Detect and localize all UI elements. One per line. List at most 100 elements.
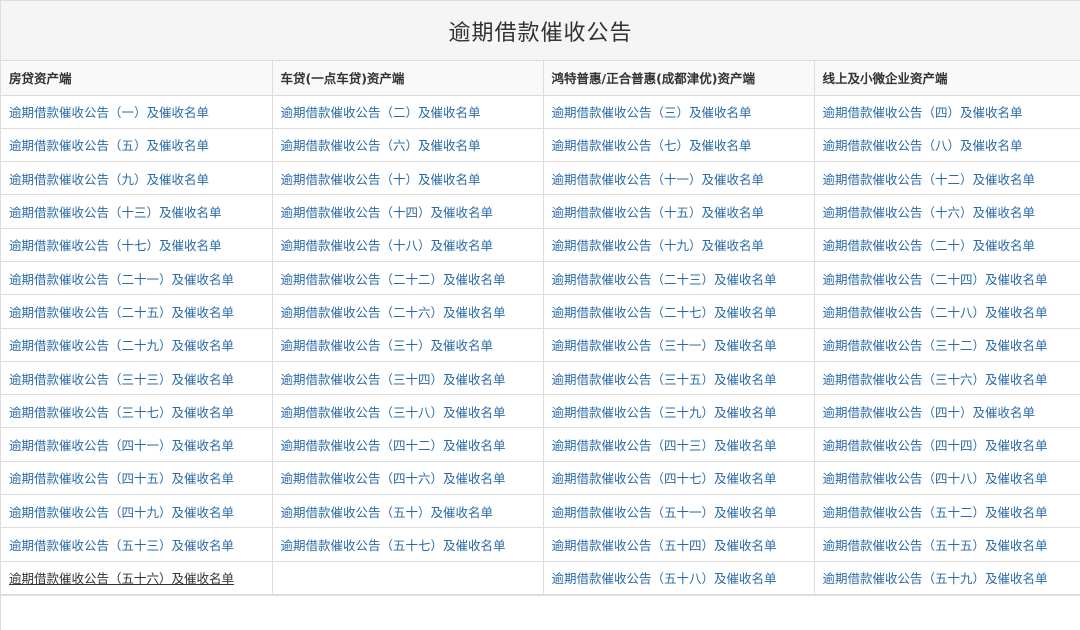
notice-link[interactable]: 逾期借款催收公告（十一）及催收名单 [552, 172, 765, 187]
notice-link[interactable]: 逾期借款催收公告（九）及催收名单 [9, 172, 209, 187]
notice-link[interactable]: 逾期借款催收公告（八）及催收名单 [823, 138, 1023, 153]
table-cell-hongte-zhenghe: 逾期借款催收公告（七）及催收名单 [542, 127, 815, 163]
notice-link[interactable]: 逾期借款催收公告（十四）及催收名单 [281, 205, 494, 220]
notice-link[interactable]: 逾期借款催收公告（五）及催收名单 [9, 138, 209, 153]
notice-link[interactable]: 逾期借款催收公告（十七）及催收名单 [9, 238, 222, 253]
notice-link[interactable]: 逾期借款催收公告（二十八）及催收名单 [823, 305, 1048, 320]
notice-link[interactable]: 逾期借款催收公告（三十一）及催收名单 [552, 338, 777, 353]
table-cell-car-loan: 逾期借款催收公告（三十四）及催收名单 [271, 360, 544, 396]
table-cell-car-loan: 逾期借款催收公告（五十）及催收名单 [271, 494, 544, 529]
notice-link[interactable]: 逾期借款催收公告（五十一）及催收名单 [552, 505, 777, 520]
table-cell-car-loan: 逾期借款催收公告（三十八）及催收名单 [271, 394, 544, 429]
notice-link[interactable]: 逾期借款催收公告（二）及催收名单 [281, 105, 481, 120]
table-cell-mortgage: 逾期借款催收公告（五十三）及催收名单 [1, 527, 273, 562]
table-cell-mortgage: 逾期借款催收公告（十三）及催收名单 [1, 194, 273, 229]
notice-link[interactable]: 逾期借款催收公告（五十八）及催收名单 [552, 571, 777, 586]
table-cell-mortgage: 逾期借款催收公告（三十七）及催收名单 [1, 394, 273, 429]
notice-link[interactable]: 逾期借款催收公告（五十）及催收名单 [281, 505, 494, 520]
column-header-hongte-zhenghe: 鸿特普惠/正合普惠(成都津优)资产端 [542, 61, 815, 96]
notice-link[interactable]: 逾期借款催收公告（四十四）及催收名单 [823, 438, 1048, 453]
notice-link[interactable]: 逾期借款催收公告（十三）及催收名单 [9, 205, 222, 220]
notice-link[interactable]: 逾期借款催收公告（十九）及催收名单 [552, 238, 765, 253]
notice-link[interactable]: 逾期借款催收公告（四十一）及催收名单 [9, 438, 234, 453]
table-cell-mortgage: 逾期借款催收公告（十七）及催收名单 [1, 227, 273, 262]
notice-link[interactable]: 逾期借款催收公告（五十四）及催收名单 [552, 538, 777, 553]
notice-link[interactable]: 逾期借款催收公告（五十六）及催收名单 [9, 571, 234, 586]
table-cell-online-smb: 逾期借款催收公告（三十六）及催收名单 [813, 360, 1080, 396]
table-cell-car-loan: 逾期借款催收公告（十）及催收名单 [271, 161, 544, 196]
table-row: 逾期借款催收公告（二十一）及催收名单 逾期借款催收公告（二十二）及催收名单 逾期借款… [1, 260, 1080, 296]
table-cell-hongte-zhenghe: 逾期借款催收公告（二十三）及催收名单 [542, 260, 815, 296]
table-cell-hongte-zhenghe: 逾期借款催收公告（三十五）及催收名单 [542, 360, 815, 396]
notice-link[interactable]: 逾期借款催收公告（五十二）及催收名单 [823, 505, 1048, 520]
table-row: 逾期借款催收公告（四十九）及催收名单 逾期借款催收公告（五十）及催收名单 逾期借款催… [1, 494, 1080, 529]
notice-link[interactable]: 逾期借款催收公告（十五）及催收名单 [552, 205, 765, 220]
table-cell-mortgage: 逾期借款催收公告（五十六）及催收名单 [1, 560, 273, 595]
notice-link[interactable]: 逾期借款催收公告（四十）及催收名单 [823, 405, 1036, 420]
notice-link[interactable]: 逾期借款催收公告（三十三）及催收名单 [9, 372, 234, 387]
table-cell-hongte-zhenghe: 逾期借款催收公告（二十七）及催收名单 [542, 294, 815, 329]
notice-link[interactable]: 逾期借款催收公告（三十五）及催收名单 [552, 372, 777, 387]
notice-link[interactable]: 逾期借款催收公告（二十六）及催收名单 [281, 305, 506, 320]
notice-link[interactable]: 逾期借款催收公告（五十九）及催收名单 [823, 571, 1048, 586]
notice-link[interactable]: 逾期借款催收公告（三）及催收名单 [552, 105, 752, 120]
notice-link[interactable]: 逾期借款催收公告（三十）及催收名单 [281, 338, 494, 353]
table-cell-mortgage: 逾期借款催收公告（三十三）及催收名单 [1, 360, 273, 396]
notice-link[interactable]: 逾期借款催收公告（三十八）及催收名单 [281, 405, 506, 420]
notice-link[interactable]: 逾期借款催收公告（二十九）及催收名单 [9, 338, 234, 353]
notice-link[interactable]: 逾期借款催收公告（五十三）及催收名单 [9, 538, 234, 553]
column-header-mortgage: 房贷资产端 [1, 61, 273, 96]
notice-link[interactable]: 逾期借款催收公告（四十七）及催收名单 [552, 471, 777, 486]
table-cell-hongte-zhenghe: 逾期借款催收公告（四十七）及催收名单 [542, 460, 815, 496]
notice-link[interactable]: 逾期借款催收公告（二十三）及催收名单 [552, 272, 777, 287]
notice-link[interactable]: 逾期借款催收公告（四）及催收名单 [823, 105, 1023, 120]
notice-link[interactable]: 逾期借款催收公告（四十三）及催收名单 [552, 438, 777, 453]
table-row: 逾期借款催收公告（二十五）及催收名单 逾期借款催收公告（二十六）及催收名单 逾期借款… [1, 294, 1080, 329]
notice-link[interactable]: 逾期借款催收公告（四十六）及催收名单 [281, 471, 506, 486]
notice-link[interactable]: 逾期借款催收公告（五十七）及催收名单 [281, 538, 506, 553]
notice-link[interactable]: 逾期借款催收公告（二十）及催收名单 [823, 238, 1036, 253]
notice-link[interactable]: 逾期借款催收公告（三十九）及催收名单 [552, 405, 777, 420]
notice-link[interactable]: 逾期借款催收公告（五十五）及催收名单 [823, 538, 1048, 553]
table-row: 逾期借款催收公告（九）及催收名单 逾期借款催收公告（十）及催收名单 逾期借款催收公告… [1, 161, 1080, 196]
table-cell-car-loan: 逾期借款催收公告（五十七）及催收名单 [271, 527, 544, 562]
table-cell-online-smb: 逾期借款催收公告（五十九）及催收名单 [813, 560, 1080, 595]
notice-link[interactable]: 逾期借款催收公告（三十四）及催收名单 [281, 372, 506, 387]
table-cell-mortgage: 逾期借款催收公告（二十一）及催收名单 [1, 260, 273, 296]
table-body: 逾期借款催收公告（一）及催收名单 逾期借款催收公告（二）及催收名单 逾期借款催收公告… [1, 94, 1080, 595]
notice-link[interactable]: 逾期借款催收公告（四十八）及催收名单 [823, 471, 1048, 486]
table-cell-hongte-zhenghe: 逾期借款催收公告（五十四）及催收名单 [542, 527, 815, 562]
table-row: 逾期借款催收公告（二十九）及催收名单 逾期借款催收公告（三十）及催收名单 逾期借款催… [1, 327, 1080, 362]
table-cell-hongte-zhenghe: 逾期借款催收公告（三十九）及催收名单 [542, 394, 815, 429]
notice-link[interactable]: 逾期借款催收公告（十八）及催收名单 [281, 238, 494, 253]
notice-link[interactable]: 逾期借款催收公告（十二）及催收名单 [823, 172, 1036, 187]
notice-link[interactable]: 逾期借款催收公告（二十七）及催收名单 [552, 305, 777, 320]
notice-link[interactable]: 逾期借款催收公告（三十六）及催收名单 [823, 372, 1048, 387]
notice-link[interactable]: 逾期借款催收公告（三十二）及催收名单 [823, 338, 1048, 353]
notice-link[interactable]: 逾期借款催收公告（十六）及催收名单 [823, 205, 1036, 220]
notice-page: 逾期借款催收公告 房贷资产端 车贷(一点车贷)资产端 鸿特普惠/正合普惠(成都津… [0, 0, 1080, 630]
notice-link[interactable]: 逾期借款催收公告（二十二）及催收名单 [281, 272, 506, 287]
notice-link[interactable]: 逾期借款催收公告（六）及催收名单 [281, 138, 481, 153]
notice-link[interactable]: 逾期借款催收公告（四十九）及催收名单 [9, 505, 234, 520]
notice-link[interactable]: 逾期借款催收公告（二十四）及催收名单 [823, 272, 1048, 287]
notice-link[interactable]: 逾期借款催收公告（四十五）及催收名单 [9, 471, 234, 486]
table-cell-online-smb: 逾期借款催收公告（十二）及催收名单 [813, 161, 1080, 196]
notice-link[interactable]: 逾期借款催收公告（三十七）及催收名单 [9, 405, 234, 420]
notice-link[interactable]: 逾期借款催收公告（四十二）及催收名单 [281, 438, 506, 453]
table-cell-online-smb: 逾期借款催收公告（四十八）及催收名单 [813, 460, 1080, 496]
notice-link[interactable]: 逾期借款催收公告（二十五）及催收名单 [9, 305, 234, 320]
notice-link[interactable]: 逾期借款催收公告（七）及催收名单 [552, 138, 752, 153]
table-cell-hongte-zhenghe: 逾期借款催收公告（十一）及催收名单 [542, 161, 815, 196]
table-cell-hongte-zhenghe: 逾期借款催收公告（三十一）及催收名单 [542, 327, 815, 362]
notice-link[interactable]: 逾期借款催收公告（十）及催收名单 [281, 172, 481, 187]
table-cell-car-loan: 逾期借款催收公告（二）及催收名单 [271, 94, 544, 129]
table-cell-mortgage: 逾期借款催收公告（五）及催收名单 [1, 127, 273, 163]
table-row: 逾期借款催收公告（三十七）及催收名单 逾期借款催收公告（三十八）及催收名单 逾期借款… [1, 394, 1080, 429]
table-cell-car-loan [271, 560, 544, 595]
table-cell-mortgage: 逾期借款催收公告（一）及催收名单 [1, 94, 273, 129]
notice-link[interactable]: 逾期借款催收公告（二十一）及催收名单 [9, 272, 234, 287]
table-cell-online-smb: 逾期借款催收公告（三十二）及催收名单 [813, 327, 1080, 362]
notice-link[interactable]: 逾期借款催收公告（一）及催收名单 [9, 105, 209, 120]
table-cell-mortgage: 逾期借款催收公告（四十五）及催收名单 [1, 460, 273, 496]
